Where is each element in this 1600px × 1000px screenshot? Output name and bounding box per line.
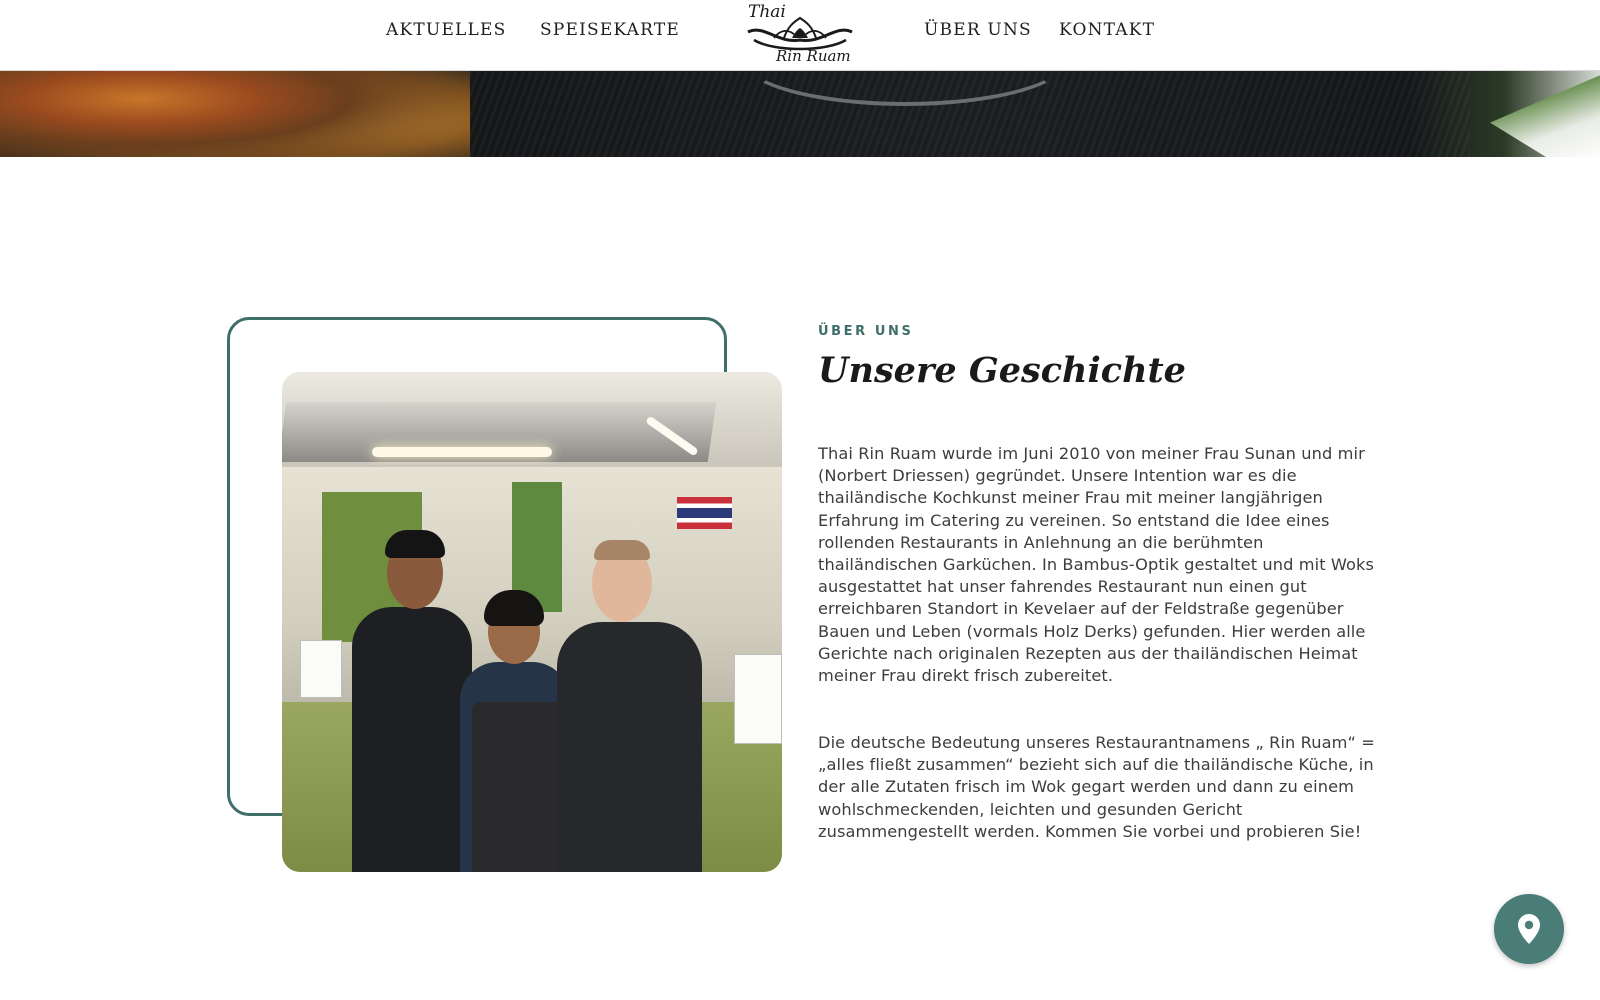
nav-ueber-uns[interactable]: ÜBER UNS xyxy=(924,20,1032,40)
person-1-hair xyxy=(385,530,445,558)
nav-aktuelles[interactable]: AKTUELLES xyxy=(386,20,507,40)
photo-sign-2 xyxy=(734,654,782,744)
hero-food-dish xyxy=(0,71,470,157)
section-title: Unsere Geschichte xyxy=(818,350,1186,391)
nav-kontakt[interactable]: KONTAKT xyxy=(1059,20,1155,40)
section-eyebrow: ÜBER UNS xyxy=(818,324,914,339)
map-location-button[interactable] xyxy=(1494,894,1564,964)
nav-speisekarte[interactable]: SPEISEKARTE xyxy=(540,20,680,40)
about-paragraph-1: Thai Rin Ruam wurde im Juni 2010 von mei… xyxy=(818,444,1375,686)
hero-food-image xyxy=(0,71,1600,157)
logo-text-rin-ruam: Rin Ruam xyxy=(776,47,851,65)
about-paragraph-2: Die deutsche Bedeutung unseres Restauran… xyxy=(818,733,1375,841)
photo-lamp xyxy=(372,447,552,457)
photo-thai-flag xyxy=(677,497,732,529)
hero-leaf xyxy=(1490,71,1600,157)
person-2-apron xyxy=(472,702,562,872)
person-1 xyxy=(352,607,472,872)
photo-sign xyxy=(300,640,342,698)
person-3 xyxy=(557,622,702,872)
team-photo xyxy=(282,372,782,872)
map-pin-icon xyxy=(1518,914,1540,944)
site-header: AKTUELLES SPEISEKARTE Thai Rin Ruam ÜBER… xyxy=(0,0,1600,71)
person-3-hair xyxy=(594,540,650,560)
site-logo[interactable]: Thai Rin Ruam xyxy=(744,2,856,68)
